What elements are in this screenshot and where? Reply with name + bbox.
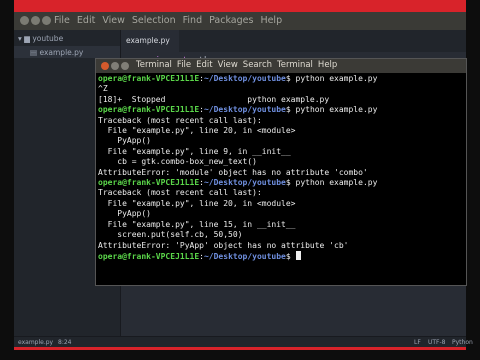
prompt-path: ~/Desktop/youtube xyxy=(203,178,286,188)
terminal-menu-search[interactable]: Search xyxy=(243,60,272,70)
terminal-line: Traceback (most recent call last): xyxy=(98,188,262,198)
editor-menu-view[interactable]: View xyxy=(102,15,125,26)
terminal-line: File "example.py", line 9, in __init__ xyxy=(98,146,291,156)
tree-root[interactable]: ▾ ▆ youtube xyxy=(18,34,63,43)
prompt-path: ~/Desktop/youtube xyxy=(203,105,286,115)
editor-menu-packages[interactable]: Packages xyxy=(209,15,253,26)
terminal-line: Traceback (most recent call last): xyxy=(98,115,262,125)
terminal-title: Terminal xyxy=(136,60,172,70)
prompt-path: ~/Desktop/youtube xyxy=(203,74,286,83)
editor-menu-find[interactable]: Find xyxy=(183,15,202,26)
tab-label: example.py xyxy=(126,36,170,45)
prompt-user: opera@frank-VPCEJ1L1E xyxy=(98,105,200,115)
chevron-down-icon: ▾ xyxy=(18,34,22,43)
terminal-line: cb = gtk.combo-box_new_text() xyxy=(98,157,257,167)
prompt-command: $ xyxy=(285,251,296,261)
terminal-menu-edit[interactable]: Edit xyxy=(196,60,212,70)
prompt-user: opera@frank-VPCEJ1L1E xyxy=(98,74,200,83)
editor-titlebar: File Edit View Selection Find Packages Help xyxy=(14,12,466,30)
editor-menu-edit[interactable]: Edit xyxy=(77,15,95,26)
prompt-command: $ python example.py xyxy=(285,178,378,188)
terminal-line: screen.put(self.cb, 50,50) xyxy=(98,230,243,240)
prompt-user: opera@frank-VPCEJ1L1E xyxy=(98,251,200,261)
terminal-menu-terminal[interactable]: Terminal xyxy=(277,60,313,70)
terminal-close-icon[interactable] xyxy=(101,62,109,70)
terminal-line: AttributeError: 'PyApp' object has no at… xyxy=(98,240,349,250)
status-position[interactable]: 8:24 xyxy=(58,339,71,346)
terminal-line: opera@frank-VPCEJ1L1E:~/Desktop/youtube$… xyxy=(98,105,464,115)
prompt-user: opera@frank-VPCEJ1L1E xyxy=(98,178,200,188)
terminal-minimize-icon[interactable] xyxy=(111,62,119,70)
bottom-border xyxy=(0,350,480,360)
status-grammar[interactable]: Python xyxy=(452,339,473,346)
close-icon[interactable] xyxy=(20,16,29,25)
terminal-cursor xyxy=(295,250,301,260)
terminal-menu-bar: Terminal File Edit View Search Terminal Help xyxy=(136,60,337,70)
left-border xyxy=(0,0,14,360)
terminal-line: File "example.py", line 20, in <module> xyxy=(98,126,296,136)
terminal-menu-help[interactable]: Help xyxy=(318,60,337,70)
terminal-line: File "example.py", line 20, in <module> xyxy=(98,198,296,208)
editor-menu-bar: File Edit View Selection Find Packages Help xyxy=(54,15,282,26)
status-bar: example.py 8:24 LF UTF-8 Python xyxy=(14,336,473,347)
tree-root-label: youtube xyxy=(32,34,64,43)
file-icon: ▤ xyxy=(30,48,38,57)
terminal-window[interactable]: Terminal File Edit View Search Terminal Help o… xyxy=(95,58,467,286)
tree-file[interactable]: ▤ example.py xyxy=(30,48,83,57)
maximize-icon[interactable] xyxy=(42,16,51,25)
terminal-menu-file[interactable]: File xyxy=(177,60,191,70)
status-line-ending[interactable]: LF xyxy=(414,339,421,346)
terminal-line: AttributeError: 'module' object has no a… xyxy=(98,167,368,177)
video-frame: File Edit View Selection Find Packages Help ▾ … xyxy=(0,0,480,360)
tab-bar: example.py xyxy=(121,30,466,52)
terminal-maximize-icon[interactable] xyxy=(121,62,129,70)
editor-menu-selection[interactable]: Selection xyxy=(132,15,176,26)
prompt-command: $ python example.py xyxy=(285,74,378,83)
terminal-line: [18]+ Stopped python example.py xyxy=(98,94,330,104)
terminal-line: ^Z xyxy=(98,84,108,94)
editor-menu-help[interactable]: Help xyxy=(260,15,282,26)
terminal-titlebar: Terminal File Edit View Search Terminal Help xyxy=(96,59,466,73)
tab-example-py[interactable]: example.py xyxy=(121,30,179,52)
terminal-line: opera@frank-VPCEJ1L1E:~/Desktop/youtube$ xyxy=(98,250,464,262)
prompt-command: $ python example.py xyxy=(285,105,378,115)
status-encoding[interactable]: UTF-8 xyxy=(428,339,446,346)
terminal-output[interactable]: opera@frank-VPCEJ1L1E:~/Desktop/youtube$… xyxy=(98,74,464,284)
tree-file-label: example.py xyxy=(39,48,84,57)
folder-icon: ▆ xyxy=(24,34,30,43)
prompt-path: ~/Desktop/youtube xyxy=(203,251,286,261)
terminal-line: opera@frank-VPCEJ1L1E:~/Desktop/youtube$… xyxy=(98,178,464,188)
terminal-line: opera@frank-VPCEJ1L1E:~/Desktop/youtube$… xyxy=(98,74,464,84)
terminal-line: PyApp() xyxy=(98,136,151,146)
minimize-icon[interactable] xyxy=(31,16,40,25)
right-border xyxy=(466,0,480,360)
terminal-line: PyApp() xyxy=(98,209,151,219)
terminal-line: File "example.py", line 15, in __init__ xyxy=(98,219,296,229)
editor-menu-file[interactable]: File xyxy=(54,15,70,26)
terminal-menu-view[interactable]: View xyxy=(218,60,238,70)
status-file[interactable]: example.py xyxy=(18,339,53,346)
